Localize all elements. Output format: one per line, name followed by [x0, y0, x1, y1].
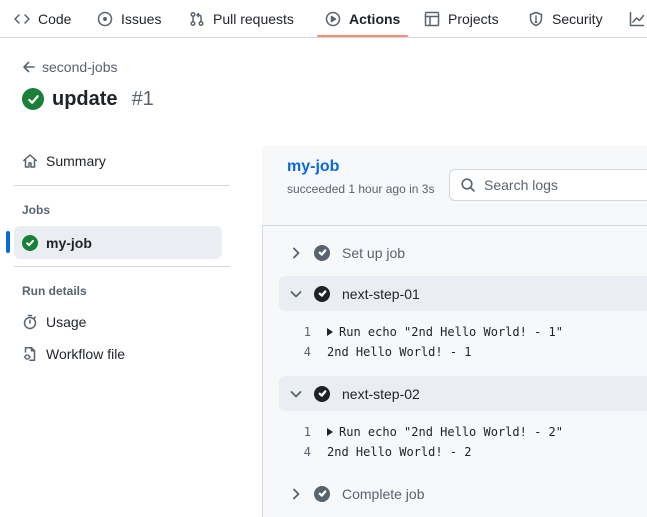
code-icon	[14, 14, 30, 24]
run-details-heading: Run details	[22, 284, 87, 298]
step-next-step-01[interactable]: next-step-01	[279, 276, 647, 311]
step-label: next-step-01	[342, 285, 420, 302]
tab-security[interactable]: Security	[528, 0, 603, 38]
sidebar-item-summary-label: Summary	[46, 153, 106, 169]
chevron-down-icon	[288, 386, 304, 402]
tab-code[interactable]: Code	[14, 0, 71, 38]
chevron-right-icon	[288, 245, 304, 261]
git-pull-request-icon	[190, 11, 204, 27]
file-code-icon	[23, 347, 36, 361]
log-line-text: 2nd Hello World! - 2	[327, 445, 472, 459]
log-line[interactable]: 1 Run echo "2nd Hello World! - 2"	[290, 422, 563, 442]
success-check-icon	[22, 88, 44, 110]
job-status-text: succeeded 1 hour ago in 3s	[287, 182, 435, 196]
success-check-icon	[22, 234, 38, 251]
expand-triangle-icon	[327, 428, 333, 436]
tab-pull-requests[interactable]: Pull requests	[189, 0, 294, 38]
search-logs-box[interactable]	[449, 169, 647, 201]
sidebar-item-summary[interactable]: Summary	[14, 145, 222, 177]
tab-insights[interactable]	[629, 0, 645, 38]
sidebar-divider	[14, 185, 230, 186]
back-to-workflow-link[interactable]: second-jobs	[22, 58, 118, 76]
log-line: 4 2nd Hello World! - 1	[290, 342, 472, 362]
log-line-number: 4	[303, 345, 311, 359]
home-icon	[23, 154, 37, 168]
log-line-number: 1	[303, 325, 311, 339]
step-success-icon	[314, 385, 330, 402]
log-line-text: 2nd Hello World! - 1	[327, 345, 472, 359]
sidebar-item-workflow-file[interactable]: Workflow file	[14, 338, 222, 370]
step-label: next-step-02	[342, 385, 420, 402]
sidebar-item-my-job-label: my-job	[46, 234, 92, 251]
active-tab-underline	[317, 35, 408, 37]
log-line[interactable]: 1 Run echo "2nd Hello World! - 1"	[290, 322, 563, 342]
sidebar-item-workflow-file-label: Workflow file	[46, 346, 126, 362]
repo-nav-tabs: Code Issues Pull requests Actions Projec…	[0, 0, 647, 38]
step-label: Complete job	[342, 485, 425, 502]
chevron-right-icon	[288, 486, 304, 502]
search-icon	[461, 178, 475, 192]
search-logs-input[interactable]	[484, 177, 644, 193]
chevron-down-icon	[288, 286, 304, 302]
shield-icon	[529, 11, 543, 27]
active-job-marker	[6, 231, 10, 253]
step-next-step-02[interactable]: next-step-02	[279, 376, 647, 411]
tab-issues-label: Issues	[121, 11, 162, 27]
tab-issues[interactable]: Issues	[97, 0, 161, 38]
run-title-text: update	[52, 87, 118, 110]
step-success-icon	[314, 244, 330, 261]
tab-projects-label: Projects	[448, 11, 499, 27]
workflow-name: second-jobs	[42, 59, 118, 75]
sidebar-item-usage[interactable]: Usage	[14, 306, 222, 338]
log-line-text: Run echo "2nd Hello World! - 2"	[339, 425, 563, 439]
step-success-icon	[314, 285, 330, 302]
tab-pull-requests-label: Pull requests	[213, 11, 294, 27]
step-label: Set up job	[342, 244, 406, 261]
graph-icon	[629, 11, 645, 27]
log-line-text: Run echo "2nd Hello World! - 1"	[339, 325, 563, 339]
log-line-number: 4	[303, 445, 311, 459]
expand-triangle-icon	[327, 328, 333, 336]
stopwatch-icon	[23, 314, 37, 330]
sidebar-divider	[14, 266, 230, 267]
tab-projects[interactable]: Projects	[424, 0, 499, 38]
log-line: 4 2nd Hello World! - 2	[290, 442, 472, 462]
table-icon	[424, 11, 440, 27]
job-title-link[interactable]: my-job	[287, 158, 339, 176]
tab-security-label: Security	[552, 11, 603, 27]
tab-actions-label: Actions	[349, 11, 401, 27]
log-line-number: 1	[303, 425, 311, 439]
jobs-heading: Jobs	[22, 203, 51, 217]
issue-opened-icon	[97, 11, 113, 27]
sidebar-item-my-job[interactable]: my-job	[14, 226, 222, 259]
play-icon	[325, 11, 341, 27]
tab-code-label: Code	[38, 11, 72, 27]
step-complete-job[interactable]: Complete job	[279, 476, 647, 511]
run-number: #1	[131, 87, 154, 110]
step-set-up-job[interactable]: Set up job	[279, 235, 647, 270]
arrow-left-icon	[23, 61, 35, 73]
tab-actions[interactable]: Actions	[325, 0, 400, 38]
run-title: update #1	[22, 86, 154, 112]
step-success-icon	[314, 485, 330, 502]
sidebar-item-usage-label: Usage	[46, 314, 87, 330]
